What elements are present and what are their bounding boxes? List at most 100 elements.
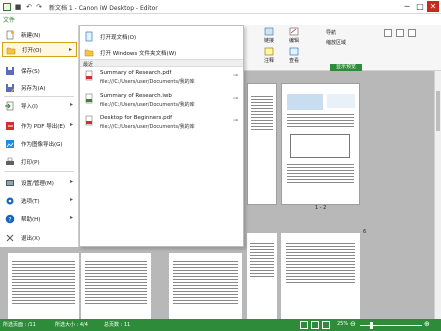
edit-icon [289,27,299,36]
single-page-view-icon[interactable] [300,321,308,329]
ribbon-button-link[interactable]: 链接 [264,27,274,44]
menu-item-label: 选项(T) [21,198,40,205]
pdf-export-icon [6,121,14,130]
gear-icon [6,197,14,204]
menu-item-save-as[interactable]: 另存为(A) [2,80,77,95]
zoom-slider-handle[interactable] [370,322,373,329]
ribbon-annotate-label: 注释 [264,58,275,64]
save-as-icon [6,83,15,92]
menu-item-export-pdf[interactable]: 作为 PDF 导出(E) ▸ [2,118,77,133]
ribbon-edit-label: 编辑 [289,38,300,44]
menu-item-save[interactable]: 保存(S) [2,63,77,78]
close-button[interactable]: ✕ [427,1,439,12]
menu-item-exit[interactable]: 退出(X) [2,230,77,245]
document-workspace-left[interactable] [0,247,79,319]
pin-icon[interactable]: ⊸ [233,95,238,102]
iwb-file-icon [85,93,93,104]
pdf-file-icon [85,115,93,126]
window-title: 新文档 1 - Canon iW Desktop - Editor [49,5,158,12]
recent-file-name: Summary of Research.pdf [100,70,172,76]
thumbnail-view-icon[interactable] [311,321,319,329]
annotate-icon [264,47,274,56]
nav-label: 导航 [326,30,337,36]
page-thumbnail[interactable] [247,233,277,319]
recent-file-item[interactable]: Summary of Research.iwb file:///C:/Users… [82,93,242,108]
save-quick-icon[interactable]: ■ [14,3,22,11]
recent-file-item[interactable]: Summary of Research.pdf file:///C:/Users… [82,70,242,85]
ribbon-button-nav[interactable]: 导航 [326,29,336,36]
pdf-file-icon [85,70,93,81]
menu-row: 文件 [0,14,441,25]
page-text [12,259,75,306]
menu-item-print[interactable]: 打印(P) [2,154,77,169]
zoom-level: 25% [337,321,349,327]
pin-icon[interactable]: ⊸ [233,72,238,79]
minimize-button[interactable]: ─ [401,1,413,12]
page-thumbnail[interactable] [8,253,79,319]
file-menu: 新建(N) 打开(O) ▸ 保存(S) 另存为(A) 导入(I) ▸ 作为 PD… [0,25,79,247]
recent-file-name: Summary of Research.iwb [100,93,172,99]
ribbon-button-zoom-area[interactable]: 缩放区域 [326,39,346,46]
menu-item-label: 帮助(H) [21,216,41,223]
fit-view-icon[interactable] [322,321,330,329]
menu-item-help[interactable]: ? 帮助(H) ▸ [2,211,77,226]
scrollbar-thumb[interactable] [436,91,440,131]
recent-header-bar: 最近 [80,59,243,68]
page-image [287,94,323,110]
save-icon [6,66,14,75]
open-document-label: 打开现文档(O) [100,34,137,41]
chevron-right-icon: ▸ [69,101,73,108]
open-document-item[interactable]: 打开现文档(O) [82,30,242,43]
page-table [290,134,350,158]
help-icon: ? [5,214,15,223]
zoom-in-icon[interactable]: ⊕ [424,320,430,328]
page-text [286,241,355,285]
open-windows-label: 打开 Windows 文件夹文档(W) [100,50,177,57]
printer-icon [6,157,14,165]
menu-item-settings[interactable]: 设置/管理(M) ▸ [2,175,77,190]
redo-icon[interactable]: ↷ [35,3,43,11]
page-thumbnail[interactable] [281,233,360,319]
maximize-button[interactable]: □ [414,1,426,12]
chevron-right-icon: ▸ [68,46,72,53]
fit-page-icon[interactable] [384,29,392,37]
view-icon [289,47,299,56]
page-text [85,259,147,306]
page-thumbnail[interactable] [81,253,151,319]
menu-item-new[interactable]: 新建(N) [2,27,77,42]
open-submenu: 打开现文档(O) 打开 Windows 文件夹文档(W) 最近 Summary … [79,25,244,247]
page-thumbnail[interactable] [281,83,360,205]
chevron-right-icon: ▸ [69,214,73,221]
menu-item-import[interactable]: 导入(I) ▸ [2,98,77,113]
menu-item-label: 保存(S) [21,68,40,75]
recent-file-item[interactable]: Desktop for Beginners.pdf file:///C:/Use… [82,115,242,130]
vertical-scrollbar[interactable] [434,71,441,319]
link-icon [264,27,274,36]
menu-item-open[interactable]: 打开(O) ▸ [2,42,77,57]
two-page-icon[interactable] [408,29,416,37]
settings-icon [6,179,14,186]
menu-item-label: 新建(N) [21,32,41,39]
menu-item-export-image[interactable]: 作为图像导出(G) [2,136,77,151]
page-thumbnail[interactable] [247,83,277,205]
ribbon-button-edit[interactable]: 编辑 [289,27,299,44]
fit-width-icon[interactable] [396,29,404,37]
menu-item-label: 另存为(A) [21,85,46,92]
page-text [287,162,354,185]
open-windows-folder-item[interactable]: 打开 Windows 文件夹文档(W) [82,46,242,59]
ribbon-button-annotate[interactable]: 注释 [264,47,274,64]
file-tab[interactable]: 文件 [3,15,15,24]
zoom-out-icon[interactable]: ⊖ [350,320,356,328]
menu-item-options[interactable]: 选项(T) ▸ [2,193,77,208]
document-workspace[interactable]: 1 - 2 6 [244,71,441,319]
preview-toggle[interactable]: 显示预览 [330,64,362,71]
pin-icon[interactable]: ⊸ [233,117,238,124]
recent-file-path: file:///C:/Users/user/Documents/我的库 [100,79,195,85]
page-thumbnail[interactable] [169,253,242,319]
undo-icon[interactable]: ↶ [25,3,33,11]
document-workspace-lower[interactable] [79,247,244,319]
selected-page-info: 所选页面 : /11 [3,322,36,328]
ribbon-button-view[interactable]: 查看 [289,47,299,64]
folder-open-icon [6,47,16,54]
menu-item-label: 退出(X) [21,235,41,242]
